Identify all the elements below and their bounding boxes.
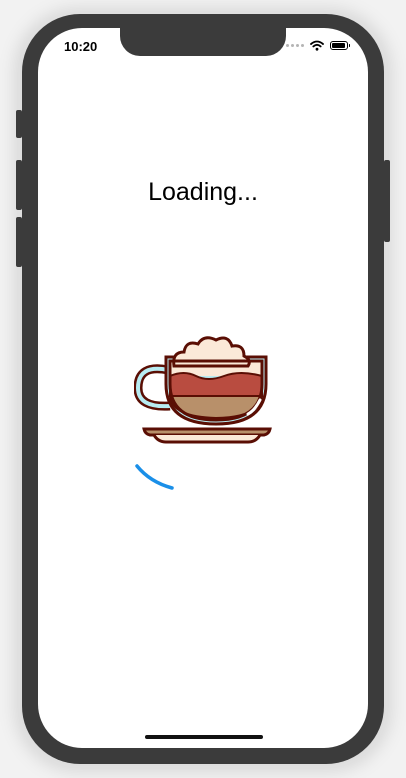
loading-title: Loading... [148,178,258,206]
loading-spinner [135,464,174,490]
battery-icon [330,41,350,50]
home-indicator[interactable] [145,735,263,739]
signal-dots-icon [286,44,304,47]
coffee-cup-icon [134,336,272,444]
notch [120,28,286,56]
screen: 10:20 Loading... [38,28,368,748]
power-button [384,160,390,242]
status-icons [286,40,350,51]
wifi-icon [310,40,324,51]
status-time: 10:20 [64,39,98,54]
